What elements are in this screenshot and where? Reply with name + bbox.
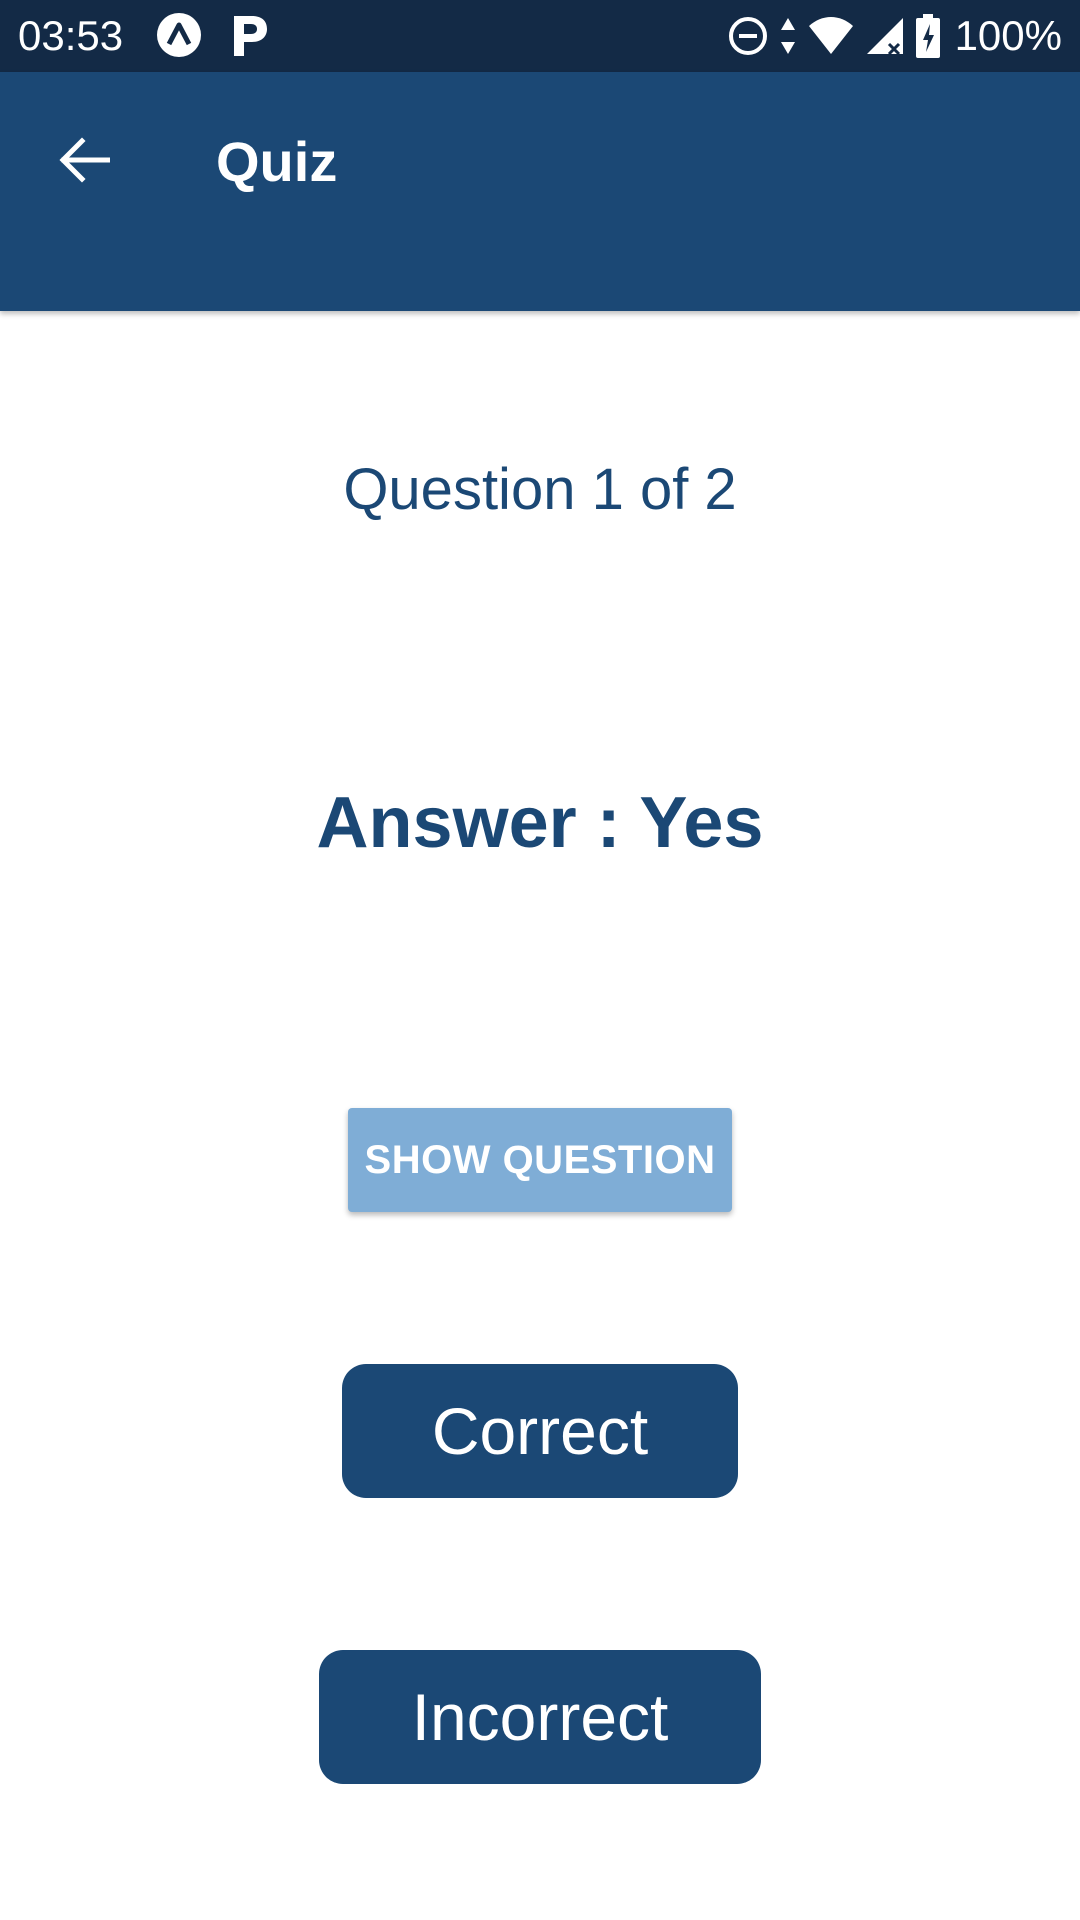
status-icons: 100% bbox=[727, 12, 1062, 60]
battery-percent: 100% bbox=[954, 12, 1062, 59]
question-counter: Question 1 of 2 bbox=[343, 457, 737, 522]
battery-charging-icon bbox=[915, 14, 941, 58]
p-app-icon bbox=[226, 12, 272, 58]
page-title: Quiz bbox=[216, 130, 338, 193]
expo-icon bbox=[156, 12, 202, 58]
correct-button[interactable]: Correct bbox=[342, 1364, 738, 1498]
incorrect-button[interactable]: Incorrect bbox=[319, 1650, 761, 1784]
arrow-back-icon bbox=[58, 136, 111, 188]
app-bar bbox=[0, 72, 1080, 311]
data-arrows-icon bbox=[779, 16, 797, 56]
status-bar: 03:53 100% bbox=[0, 0, 1080, 72]
show-question-button[interactable]: SHOW QUESTION bbox=[348, 1108, 732, 1212]
answer-text: Answer : Yes bbox=[316, 783, 764, 863]
status-time: 03:53 bbox=[18, 12, 124, 59]
do-not-disturb-icon bbox=[727, 15, 769, 57]
signal-icon bbox=[865, 16, 905, 56]
wifi-icon bbox=[807, 16, 855, 56]
back-button[interactable] bbox=[46, 124, 122, 200]
